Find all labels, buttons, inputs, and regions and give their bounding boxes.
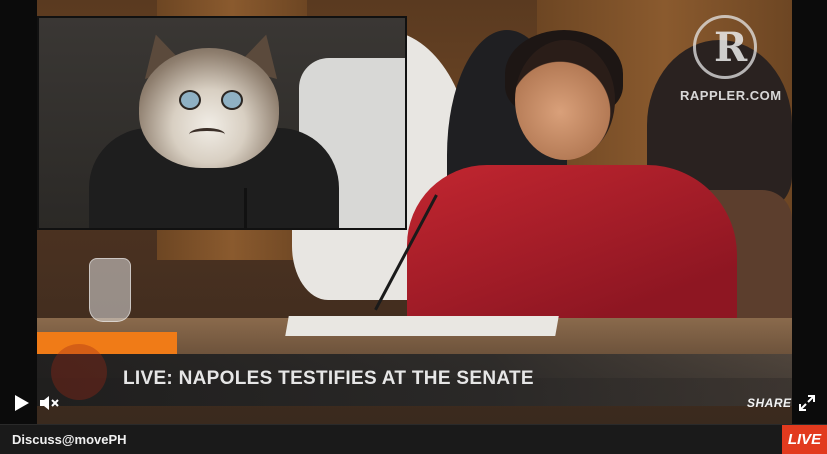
discuss-link[interactable]: Discuss@movePH	[12, 432, 127, 447]
inset-microphone	[244, 188, 247, 228]
play-icon	[15, 395, 29, 411]
watermark-text: RAPPLER.COM	[680, 88, 782, 103]
player-controls: SHARE	[0, 388, 827, 418]
fullscreen-button[interactable]	[797, 394, 817, 412]
fullscreen-icon	[799, 395, 815, 411]
bottom-bar: Discuss@movePH LIVE	[0, 424, 827, 454]
cat-mouth	[189, 128, 225, 141]
share-button[interactable]: SHARE	[747, 396, 792, 410]
cat-eye-left	[179, 90, 201, 110]
cat-face	[139, 48, 279, 168]
video-player: LIVE: NAPOLES TESTIFIES AT THE SENATE R …	[0, 0, 827, 454]
speaker-face	[515, 40, 615, 160]
rappler-logo-letter: R	[714, 24, 748, 71]
inset-image	[37, 16, 407, 230]
headline: LIVE: NAPOLES TESTIFIES AT THE SENATE	[123, 368, 534, 389]
papers	[285, 316, 559, 336]
volume-mute-icon	[40, 396, 59, 410]
orange-stripe	[37, 332, 177, 354]
rappler-logo: R	[693, 15, 757, 79]
water-glass	[89, 258, 131, 322]
mute-button[interactable]	[39, 394, 59, 412]
play-button[interactable]	[12, 394, 32, 412]
cat-eye-right	[221, 90, 243, 110]
live-badge: LIVE	[782, 425, 827, 454]
